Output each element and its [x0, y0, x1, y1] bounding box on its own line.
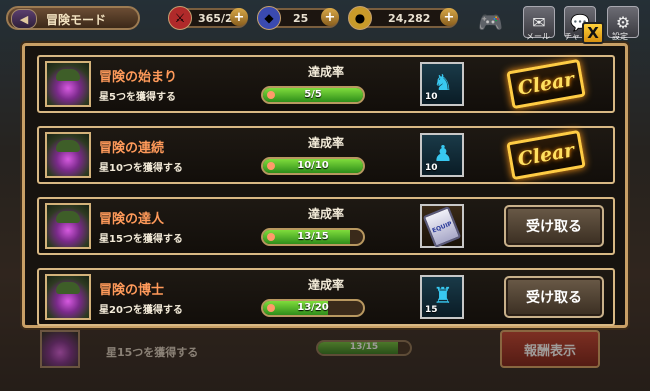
- gold-coin-icon: ●: [348, 6, 372, 30]
- achievement-title: 冒険の達人: [99, 212, 165, 227]
- claim-reward-button[interactable]: 受け取る: [504, 205, 604, 247]
- mail-label: メール: [526, 32, 550, 41]
- add-stamina-button[interactable]: +: [230, 8, 248, 26]
- achievement-thumbnail: [45, 132, 91, 178]
- achievement-description: 星5つを獲得する: [99, 92, 176, 103]
- close-button[interactable]: X: [582, 22, 604, 44]
- settings-label: 設定: [612, 32, 628, 41]
- ghost-progress-text: 13/15: [349, 342, 379, 352]
- progress-bar: 13/15: [261, 228, 365, 246]
- gold-value: 24,282: [388, 12, 431, 25]
- progress-bar: 13/20: [261, 299, 365, 317]
- achievement-row: 冒険の博士 星20つを獲得する 達成率 13/20 ♜ 15 受け取る: [37, 268, 615, 326]
- progress-text: 5/5: [304, 89, 322, 100]
- view-rewards-button: 報酬表示: [500, 330, 600, 368]
- add-gems-button[interactable]: +: [321, 8, 339, 26]
- completion-rate-label: 達成率: [307, 278, 344, 292]
- progress-text: 13/20: [297, 302, 329, 313]
- envelope-icon: ✉: [532, 12, 546, 32]
- achievement-dialog: 冒険の始まり 星5つを獲得する 達成率 5/5 ♞ 10 Clear 冒険の連続…: [22, 43, 628, 328]
- reward-item[interactable]: ♜ 15: [420, 275, 464, 319]
- ghost-thumbnail: [40, 330, 80, 368]
- ghost-progress-bar: 13/15: [316, 340, 412, 356]
- reward-count: 15: [425, 305, 438, 315]
- achievement-description: 星10つを獲得する: [99, 163, 183, 174]
- gamepad-icon[interactable]: 🎮: [478, 10, 503, 34]
- achievement-title: 冒険の連続: [99, 141, 165, 156]
- gem-value: 25: [293, 12, 309, 25]
- reward-count: 10: [425, 163, 438, 173]
- reward-item[interactable]: ♟ 10: [420, 133, 464, 177]
- progress-text: 13/15: [297, 231, 329, 242]
- progress-bar: 10/10: [261, 157, 365, 175]
- gem-counter: ◆ 25 +: [257, 6, 339, 30]
- achievement-thumbnail: [45, 61, 91, 107]
- stamina-icon: ⚔: [168, 6, 192, 30]
- reward-item[interactable]: ♞ 10: [420, 62, 464, 106]
- completion-rate-label: 達成率: [307, 65, 344, 79]
- achievement-row: 冒険の連続 星10つを獲得する 達成率 10/10 ♟ 10 Clear: [37, 126, 615, 184]
- equip-ticket-icon: EQUIP: [422, 205, 462, 249]
- achievement-thumbnail: [45, 203, 91, 249]
- achievement-row: 冒険の始まり 星5つを獲得する 達成率 5/5 ♞ 10 Clear: [37, 55, 615, 113]
- stamina-counter: ⚔ 365/24 +: [168, 6, 248, 30]
- achievement-title: 冒険の博士: [99, 283, 165, 298]
- adventure-mode-label: 冒険モード: [46, 13, 107, 27]
- achievement-title: 冒険の始まり: [99, 70, 178, 85]
- achievement-row: 冒険の達人 星15つを獲得する 達成率 13/15 EQUIP 受け取る: [37, 197, 615, 255]
- chat-label: チャ: [564, 32, 580, 41]
- reward-count: 10: [425, 92, 438, 102]
- completion-rate-label: 達成率: [307, 207, 344, 221]
- adventure-mode-pill[interactable]: ◀ 冒険モード: [6, 6, 140, 30]
- back-arrow-icon[interactable]: ◀: [11, 9, 37, 29]
- clear-stamp: Clear: [506, 58, 586, 110]
- reward-item[interactable]: EQUIP: [420, 204, 464, 249]
- gear-icon: ⚙: [615, 12, 631, 32]
- gem-icon: ◆: [257, 6, 281, 30]
- claim-reward-button[interactable]: 受け取る: [504, 276, 604, 318]
- achievement-thumbnail: [45, 274, 91, 320]
- gold-counter: ● 24,282 +: [348, 6, 458, 30]
- completion-rate-label: 達成率: [307, 136, 344, 150]
- clear-stamp: Clear: [506, 129, 586, 181]
- add-gold-button[interactable]: +: [440, 8, 458, 26]
- progress-bar: 5/5: [261, 86, 365, 104]
- progress-text: 10/10: [297, 160, 329, 171]
- background-achievement-row: 星15つを獲得する 13/15 報酬表示: [34, 328, 614, 372]
- achievement-description: 星15つを獲得する: [99, 234, 183, 245]
- achievement-description: 星20つを獲得する: [99, 305, 183, 316]
- ghost-description: 星15つを獲得する: [106, 346, 199, 359]
